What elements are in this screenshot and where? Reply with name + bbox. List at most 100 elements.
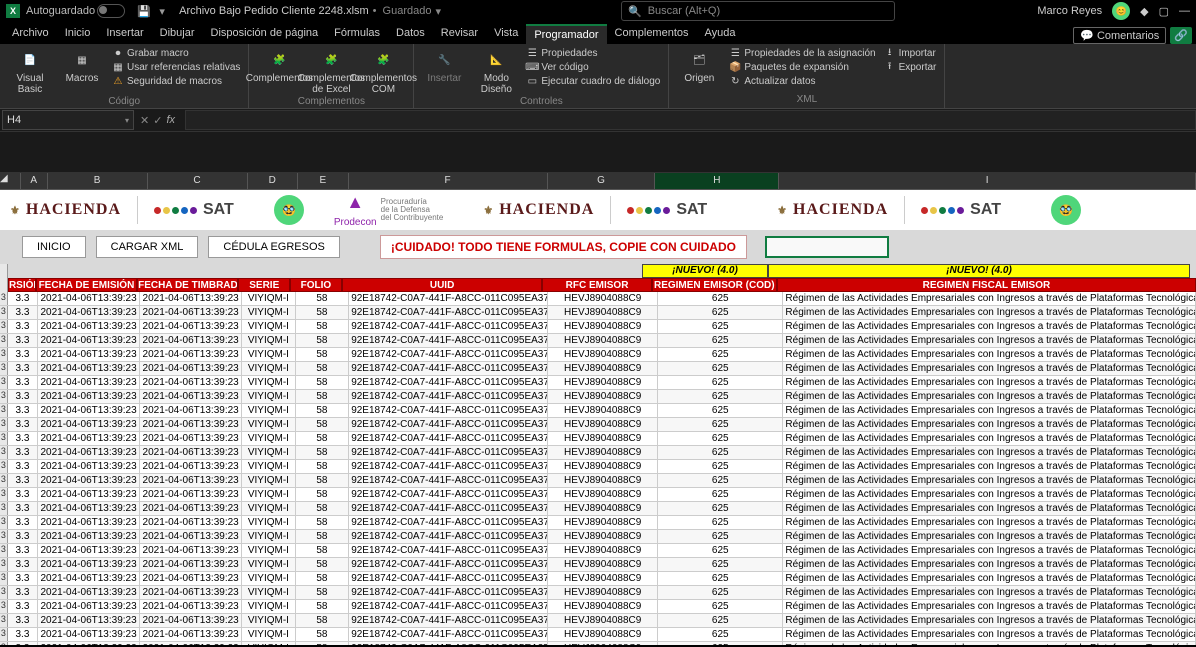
cell-version[interactable]: 3.3 (8, 362, 38, 375)
cell-version[interactable]: 3.3 (8, 348, 38, 361)
cell-regimen[interactable]: Régimen de las Actividades Empresariales… (783, 334, 1196, 347)
cell-fecha-timbrado[interactable]: 2021-04-06T13:39:23 (140, 348, 242, 361)
inicio-button[interactable]: INICIO (22, 236, 86, 258)
cell-serie[interactable]: VIYIQM-I (242, 362, 296, 375)
cell-uuid[interactable]: 92E18742-C0A7-441F-A8CC-011C095EA375 (349, 348, 548, 361)
cell-folio[interactable]: 58 (296, 516, 350, 529)
cell-folio[interactable]: 58 (296, 544, 350, 557)
cell-fecha-timbrado[interactable]: 2021-04-06T13:39:23 (140, 488, 242, 501)
table-row[interactable]: 33.32021-04-06T13:39:232021-04-06T13:39:… (0, 404, 1196, 418)
row-number[interactable]: 3 (0, 376, 8, 389)
cell-fecha-timbrado[interactable]: 2021-04-06T13:39:23 (140, 516, 242, 529)
cell-folio[interactable]: 58 (296, 558, 350, 571)
minimize-icon[interactable]: — (1179, 5, 1190, 17)
cell-regimen[interactable]: Régimen de las Actividades Empresariales… (783, 488, 1196, 501)
table-row[interactable]: 33.32021-04-06T13:39:232021-04-06T13:39:… (0, 558, 1196, 572)
row-number[interactable]: 3 (0, 348, 8, 361)
design-mode-button[interactable]: 📐 Modo Diseño (474, 46, 518, 95)
th-version[interactable]: RSIÓN (8, 278, 36, 292)
cell-uuid[interactable]: 92E18742-C0A7-441F-A8CC-011C095EA375 (349, 572, 548, 585)
cell-fecha-emision[interactable]: 2021-04-06T13:39:23 (38, 292, 140, 305)
cell-rfc[interactable]: HEVJ8904088C9 (548, 614, 658, 627)
cell-version[interactable]: 3.3 (8, 614, 38, 627)
cell-version[interactable]: 3.3 (8, 558, 38, 571)
cell-rfc[interactable]: HEVJ8904088C9 (548, 516, 658, 529)
cell-serie[interactable]: VIYIQM-I (242, 572, 296, 585)
cell-fecha-timbrado[interactable]: 2021-04-06T13:39:23 (140, 306, 242, 319)
cell-fecha-emision[interactable]: 2021-04-06T13:39:23 (38, 586, 140, 599)
cell-serie[interactable]: VIYIQM-I (242, 544, 296, 557)
cell-folio[interactable]: 58 (296, 362, 350, 375)
cell-uuid[interactable]: 92E18742-C0A7-441F-A8CC-011C095EA375 (349, 474, 548, 487)
cell-serie[interactable]: VIYIQM-I (242, 600, 296, 613)
cell-folio[interactable]: 58 (296, 418, 350, 431)
tab-dibujar[interactable]: Dibujar (152, 24, 203, 44)
cell-regimen-cod[interactable]: 625 (658, 292, 783, 305)
cell-uuid[interactable]: 92E18742-C0A7-441F-A8CC-011C095EA375 (349, 306, 548, 319)
cell-version[interactable]: 3.3 (8, 488, 38, 501)
cell-version[interactable]: 3.3 (8, 320, 38, 333)
cell-version[interactable]: 3.3 (8, 292, 38, 305)
cell-version[interactable]: 3.3 (8, 516, 38, 529)
cell-regimen-cod[interactable]: 625 (658, 446, 783, 459)
cell-regimen-cod[interactable]: 625 (658, 306, 783, 319)
cell-fecha-timbrado[interactable]: 2021-04-06T13:39:23 (140, 320, 242, 333)
cell-uuid[interactable]: 92E18742-C0A7-441F-A8CC-011C095EA375 (349, 418, 548, 431)
cell-serie[interactable]: VIYIQM-I (242, 474, 296, 487)
cell-serie[interactable]: VIYIQM-I (242, 432, 296, 445)
cell-regimen[interactable]: Régimen de las Actividades Empresariales… (783, 348, 1196, 361)
cell-regimen-cod[interactable]: 625 (658, 600, 783, 613)
cell-folio[interactable]: 58 (296, 614, 350, 627)
cell-fecha-timbrado[interactable]: 2021-04-06T13:39:23 (140, 390, 242, 403)
cell-fecha-timbrado[interactable]: 2021-04-06T13:39:23 (140, 376, 242, 389)
cell-regimen-cod[interactable]: 625 (658, 460, 783, 473)
th-regimen-cod[interactable]: REGIMEN EMISOR (COD) (652, 278, 777, 292)
cell-rfc[interactable]: HEVJ8904088C9 (548, 572, 658, 585)
tab-fórmulas[interactable]: Fórmulas (326, 24, 388, 44)
cell-serie[interactable]: VIYIQM-I (242, 334, 296, 347)
th-folio[interactable]: FOLIO (290, 278, 342, 292)
cell-rfc[interactable]: HEVJ8904088C9 (548, 642, 658, 645)
row-number[interactable]: 3 (0, 334, 8, 347)
cell-fecha-emision[interactable]: 2021-04-06T13:39:23 (38, 446, 140, 459)
table-row[interactable]: 33.32021-04-06T13:39:232021-04-06T13:39:… (0, 488, 1196, 502)
cell-uuid[interactable]: 92E18742-C0A7-441F-A8CC-011C095EA375 (349, 642, 548, 645)
cell-fecha-emision[interactable]: 2021-04-06T13:39:23 (38, 600, 140, 613)
view-code-button[interactable]: ⌨Ver código (526, 60, 660, 74)
cell-regimen-cod[interactable]: 625 (658, 544, 783, 557)
table-row[interactable]: 33.32021-04-06T13:39:232021-04-06T13:39:… (0, 460, 1196, 474)
row-number[interactable]: 3 (0, 586, 8, 599)
cell-folio[interactable]: 58 (296, 586, 350, 599)
cell-serie[interactable]: VIYIQM-I (242, 558, 296, 571)
cell-uuid[interactable]: 92E18742-C0A7-441F-A8CC-011C095EA375 (349, 488, 548, 501)
cell-regimen-cod[interactable]: 625 (658, 558, 783, 571)
row-number[interactable]: 3 (0, 516, 8, 529)
tab-revisar[interactable]: Revisar (433, 24, 486, 44)
run-dialog-button[interactable]: ▭Ejecutar cuadro de diálogo (526, 74, 660, 88)
cell-fecha-timbrado[interactable]: 2021-04-06T13:39:23 (140, 334, 242, 347)
tab-programador[interactable]: Programador (526, 24, 606, 44)
cell-uuid[interactable]: 92E18742-C0A7-441F-A8CC-011C095EA375 (349, 628, 548, 641)
cell-version[interactable]: 3.3 (8, 572, 38, 585)
cell-fecha-emision[interactable]: 2021-04-06T13:39:23 (38, 320, 140, 333)
cell-uuid[interactable]: 92E18742-C0A7-441F-A8CC-011C095EA375 (349, 614, 548, 627)
row-number[interactable]: 3 (0, 558, 8, 571)
cell-regimen[interactable]: Régimen de las Actividades Empresariales… (783, 418, 1196, 431)
cell-regimen-cod[interactable]: 625 (658, 390, 783, 403)
table-row[interactable]: 33.32021-04-06T13:39:232021-04-06T13:39:… (0, 544, 1196, 558)
cell-regimen[interactable]: Régimen de las Actividades Empresariales… (783, 628, 1196, 641)
xml-source-button[interactable]: 🗂 Origen (677, 46, 721, 85)
cell-regimen[interactable]: Régimen de las Actividades Empresariales… (783, 432, 1196, 445)
cell-serie[interactable]: VIYIQM-I (242, 530, 296, 543)
cell-fecha-emision[interactable]: 2021-04-06T13:39:23 (38, 502, 140, 515)
cell-fecha-emision[interactable]: 2021-04-06T13:39:23 (38, 348, 140, 361)
table-row[interactable]: 33.32021-04-06T13:39:232021-04-06T13:39:… (0, 642, 1196, 645)
table-row[interactable]: 33.32021-04-06T13:39:232021-04-06T13:39:… (0, 418, 1196, 432)
row-number[interactable]: 3 (0, 320, 8, 333)
cell-regimen[interactable]: Régimen de las Actividades Empresariales… (783, 530, 1196, 543)
autosave-toggle[interactable]: Autoguardado (26, 4, 125, 18)
cell-regimen-cod[interactable]: 625 (658, 376, 783, 389)
cell-version[interactable]: 3.3 (8, 404, 38, 417)
cell-version[interactable]: 3.3 (8, 334, 38, 347)
cell-fecha-emision[interactable]: 2021-04-06T13:39:23 (38, 460, 140, 473)
